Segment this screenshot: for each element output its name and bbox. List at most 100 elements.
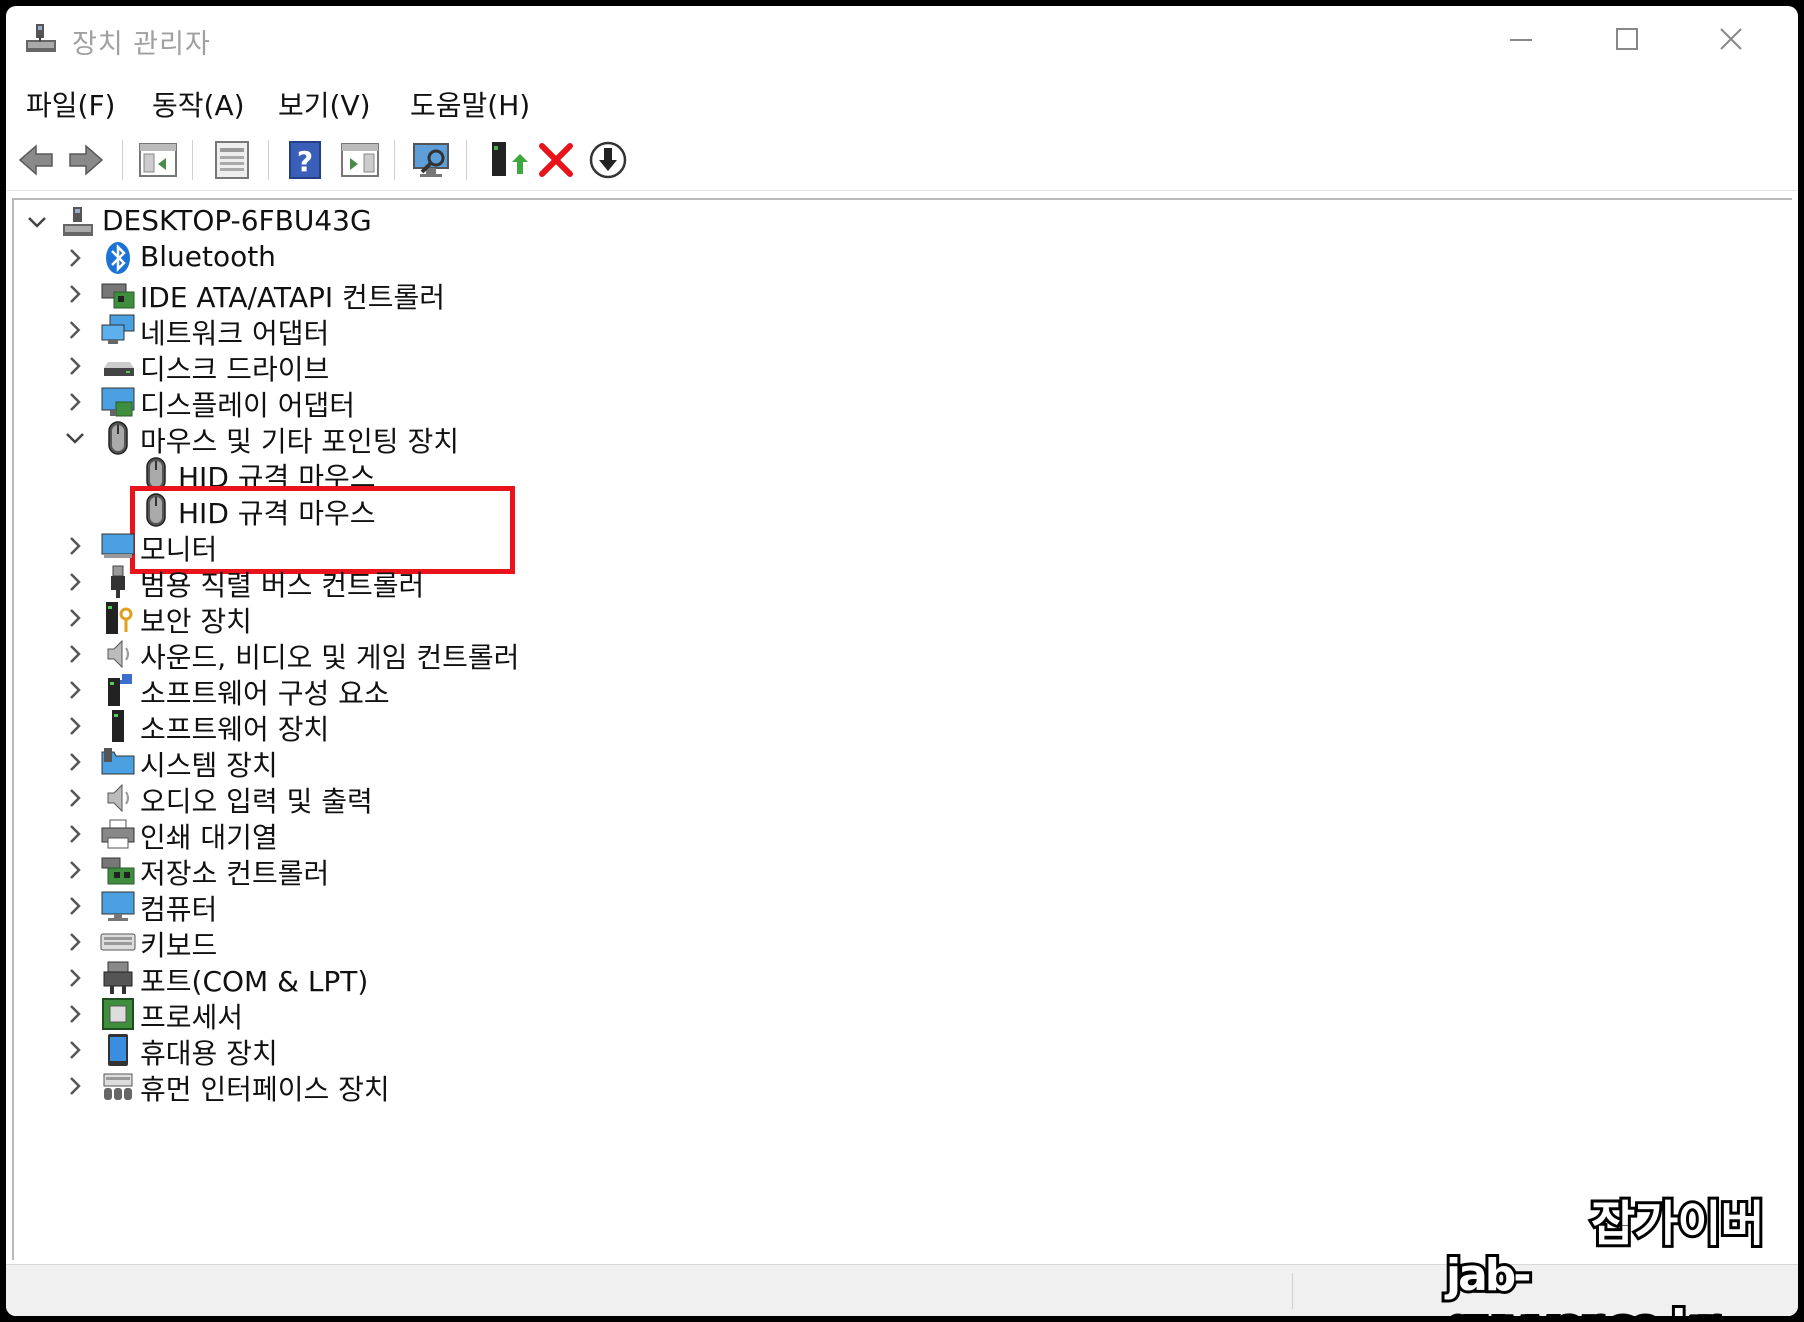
tree-item-computer[interactable]: 컴퓨터 xyxy=(14,886,614,926)
chevron-right-icon[interactable] xyxy=(64,319,86,341)
maximize-button[interactable] xyxy=(1592,16,1662,62)
chevron-right-icon[interactable] xyxy=(64,931,86,953)
menu-file[interactable]: 파일(F) xyxy=(26,84,115,124)
tree-item-audio-io[interactable]: 오디오 입력 및 출력 xyxy=(14,778,614,818)
keyboard-icon xyxy=(100,933,136,951)
tree-item-storage-controller[interactable]: 저장소 컨트롤러 xyxy=(14,850,614,890)
chevron-right-icon[interactable] xyxy=(64,643,86,665)
maximize-icon xyxy=(1616,28,1638,50)
chevron-right-icon[interactable] xyxy=(64,787,86,809)
chevron-right-icon[interactable] xyxy=(64,607,86,629)
chevron-right-icon[interactable] xyxy=(64,715,86,737)
tree-item-print-queue[interactable]: 인쇄 대기열 xyxy=(14,814,614,854)
tree-item-display-adapter[interactable]: 디스플레이 어댑터 xyxy=(14,382,614,422)
chevron-down-icon[interactable] xyxy=(64,427,86,449)
forward-arrow-icon[interactable] xyxy=(64,138,108,182)
chevron-right-icon[interactable] xyxy=(64,859,86,881)
chevron-right-icon[interactable] xyxy=(64,283,86,305)
uninstall-device-icon[interactable] xyxy=(534,138,578,182)
system-device-icon xyxy=(101,748,135,775)
mouse-icon xyxy=(108,421,128,455)
software-component-icon xyxy=(108,674,132,706)
tree-item-hid[interactable]: 휴먼 인터페이스 장치 xyxy=(14,1066,614,1106)
chevron-right-icon[interactable] xyxy=(64,247,86,269)
ide-controller-icon xyxy=(101,283,135,309)
device-manager-window: 장치 관리자 파일(F) 동작(A) 보기(V) 도움말(H) ? DESKTO… xyxy=(6,6,1798,1316)
security-device-icon xyxy=(106,602,133,634)
toolbar-separator xyxy=(122,140,123,180)
minimize-icon xyxy=(1510,39,1532,41)
tree-item-label: Bluetooth xyxy=(140,240,276,273)
close-button[interactable] xyxy=(1696,16,1766,62)
tree-item-network-adapter[interactable]: 네트워크 어댑터 xyxy=(14,310,614,350)
menu-bar: 파일(F) 동작(A) 보기(V) 도움말(H) xyxy=(6,76,1798,126)
monitor-icon xyxy=(101,533,135,558)
chevron-right-icon[interactable] xyxy=(64,355,86,377)
chevron-right-icon[interactable] xyxy=(64,895,86,917)
chevron-right-icon[interactable] xyxy=(64,823,86,845)
tree-root[interactable]: DESKTOP-6FBU43G xyxy=(14,202,614,242)
tree-item-usb[interactable]: 범용 직렬 버스 컨트롤러 xyxy=(14,562,614,602)
computer-tower-icon xyxy=(63,207,93,236)
menu-help[interactable]: 도움말(H) xyxy=(410,84,530,124)
tree-root-label: DESKTOP-6FBU43G xyxy=(102,204,372,237)
status-divider xyxy=(1292,1273,1293,1309)
hid-icon xyxy=(103,1073,133,1100)
chevron-right-icon[interactable] xyxy=(64,391,86,413)
toolbar-separator xyxy=(192,140,193,180)
tree-item-bluetooth[interactable]: Bluetooth xyxy=(14,238,614,278)
menu-view[interactable]: 보기(V) xyxy=(278,84,371,124)
chevron-right-icon[interactable] xyxy=(64,1039,86,1061)
chevron-right-icon[interactable] xyxy=(64,571,86,593)
print-queue-icon xyxy=(101,819,135,849)
tree-item-keyboard[interactable]: 키보드 xyxy=(14,922,614,962)
tree-item-sound[interactable]: 사운드, 비디오 및 게임 컨트롤러 xyxy=(14,634,614,674)
window-title: 장치 관리자 xyxy=(72,29,211,60)
device-manager-icon xyxy=(26,24,56,52)
tree-item-monitor[interactable]: 모니터 xyxy=(14,526,614,566)
network-adapter-icon xyxy=(101,314,135,344)
scan-hardware-icon[interactable] xyxy=(410,138,454,182)
disable-device-icon[interactable] xyxy=(586,138,630,182)
chevron-right-icon[interactable] xyxy=(64,535,86,557)
update-driver-icon[interactable] xyxy=(484,138,528,182)
processor-icon xyxy=(102,998,134,1030)
chevron-right-icon[interactable] xyxy=(64,679,86,701)
back-arrow-icon[interactable] xyxy=(14,138,58,182)
properties-icon[interactable] xyxy=(210,138,254,182)
title-bar: 장치 관리자 xyxy=(6,6,1798,72)
tree-item-software-device[interactable]: 소프트웨어 장치 xyxy=(14,706,614,746)
tree-item-security-device[interactable]: 보안 장치 xyxy=(14,598,614,638)
toolbar-separator xyxy=(268,140,269,180)
disk-drive-icon xyxy=(104,362,134,376)
menu-action[interactable]: 동작(A) xyxy=(152,84,245,124)
chevron-right-icon[interactable] xyxy=(64,1003,86,1025)
toolbar-separator xyxy=(394,140,395,180)
tree-item-software-component[interactable]: 소프트웨어 구성 요소 xyxy=(14,670,614,710)
bluetooth-icon xyxy=(106,242,130,274)
show-hide-console-tree-icon[interactable] xyxy=(136,138,180,182)
minimize-button[interactable] xyxy=(1486,16,1556,62)
chevron-right-icon[interactable] xyxy=(64,967,86,989)
toolbar-separator xyxy=(466,140,467,180)
display-adapter-icon xyxy=(101,387,135,417)
watermark-title: 잡가이버 xyxy=(1588,1193,1768,1255)
tree-item-disk-drive[interactable]: 디스크 드라이브 xyxy=(14,346,614,386)
chevron-right-icon[interactable] xyxy=(64,751,86,773)
portable-device-icon xyxy=(108,1034,128,1066)
chevron-down-icon[interactable] xyxy=(26,211,48,233)
software-device-icon xyxy=(112,710,124,742)
tree-item-mouse[interactable]: 마우스 및 기타 포인팅 장치 xyxy=(14,418,614,458)
tree-item-processor[interactable]: 프로세서 xyxy=(14,994,614,1034)
tree-item-portable-device[interactable]: 휴대용 장치 xyxy=(14,1030,614,1070)
tree-item-ide-controller[interactable]: IDE ATA/ATAPI 컨트롤러 xyxy=(14,274,614,314)
action-pane-icon[interactable] xyxy=(338,138,382,182)
audio-io-icon xyxy=(107,783,129,813)
sound-icon xyxy=(107,639,129,669)
tree-item-port[interactable]: 포트(COM & LPT) xyxy=(14,958,614,998)
help-icon[interactable]: ? xyxy=(284,138,328,182)
tree-item-label: 휴먼 인터페이스 장치 xyxy=(140,1073,390,1106)
chevron-right-icon[interactable] xyxy=(64,1075,86,1097)
watermark-url: jab-guyver.co.kr xyxy=(1443,1247,1722,1316)
tree-item-system-device[interactable]: 시스템 장치 xyxy=(14,742,614,782)
